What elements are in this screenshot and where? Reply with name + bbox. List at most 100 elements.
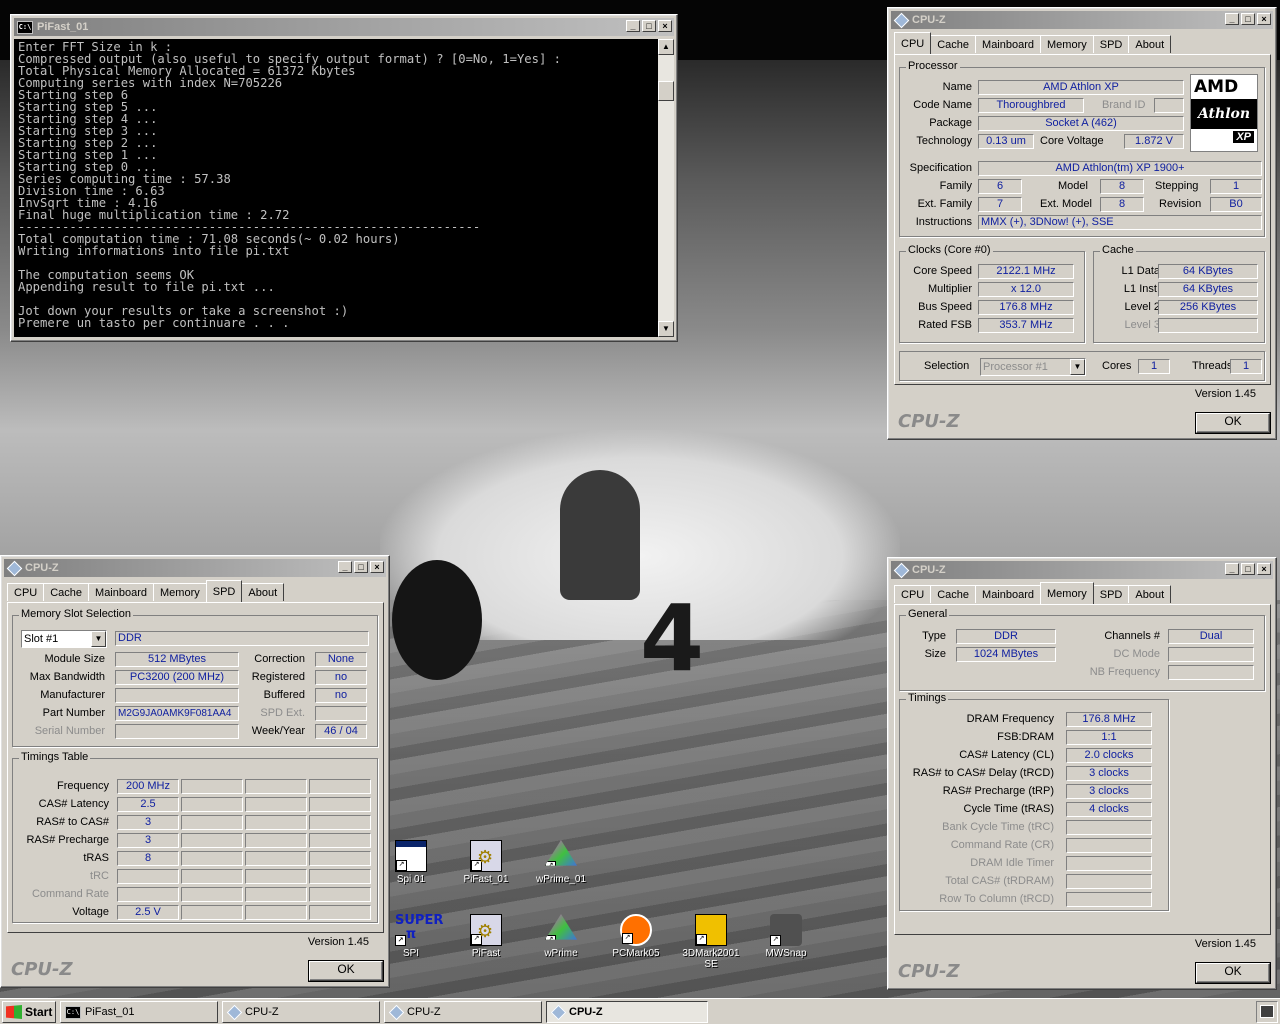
tab-spd[interactable]: SPD: [1092, 35, 1130, 53]
timing-label: RAS# Precharge (tRP): [942, 785, 1054, 797]
timing-value: [1066, 820, 1152, 835]
timing-label: DRAM Idle Timer: [970, 857, 1054, 869]
maximize-button[interactable]: □: [1241, 13, 1255, 25]
version-label: Version 1.45: [307, 936, 369, 948]
maximize-button[interactable]: □: [642, 20, 656, 32]
level3-value: [1158, 318, 1258, 333]
tab-cpu[interactable]: CPU: [894, 585, 932, 603]
ext-model-label: Ext. Model: [1040, 198, 1092, 210]
tab-cpu[interactable]: CPU: [894, 32, 932, 54]
desktop-icon-label: wPrime: [544, 948, 578, 959]
timing-empty-cell: [181, 869, 243, 884]
minimize-button[interactable]: _: [1225, 563, 1239, 575]
scroll-down-button[interactable]: ▼: [658, 321, 674, 337]
chevron-down-icon[interactable]: ▼: [91, 631, 106, 647]
close-button[interactable]: ×: [658, 20, 672, 32]
cpuz-spd-titlebar[interactable]: CPU-Z _ □ ×: [4, 559, 386, 577]
taskbar-item-cpuz-2[interactable]: CPU-Z: [384, 1001, 542, 1023]
taskbar-item-label: CPU-Z: [245, 1006, 279, 1018]
type-label: Type: [922, 630, 946, 642]
instructions-label: Instructions: [915, 216, 972, 228]
timing-empty-cell: [245, 815, 307, 830]
console-titlebar[interactable]: C:\ PiFast_01 _ □ ×: [14, 18, 674, 36]
tab-mainboard[interactable]: Mainboard: [975, 585, 1042, 603]
manufacturer-label: Manufacturer: [40, 689, 105, 701]
brand-id-label: Brand ID: [1102, 99, 1146, 111]
tab-memory[interactable]: Memory: [153, 583, 207, 601]
taskbar-item-cpuz-3[interactable]: CPU-Z: [546, 1001, 708, 1023]
cpuz-memory-titlebar[interactable]: CPU-Z _ □ ×: [891, 561, 1273, 579]
maximize-button[interactable]: □: [1241, 563, 1255, 575]
desktop-icon-label: PCMark05: [612, 948, 660, 959]
timing-label: FSB:DRAM: [997, 731, 1054, 743]
tab-memory[interactable]: Memory: [1040, 35, 1094, 53]
tab-cache[interactable]: Cache: [930, 35, 977, 53]
cpuz-spd-window[interactable]: CPU-Z _ □ × CPU Cache Mainboard Memory SPD Ab…: [0, 555, 390, 988]
timings-group: Timings DRAM Frequency 176.8 MHz FSB:DRAM 1…: [899, 692, 1169, 911]
cpuz-memory-window[interactable]: CPU-Z _ □ × CPU Cache Mainboard Memory SPD Ab…: [887, 557, 1277, 990]
timing-label: DRAM Frequency: [966, 713, 1054, 725]
tab-cache[interactable]: Cache: [43, 583, 90, 601]
tab-about[interactable]: About: [241, 583, 285, 601]
cpu-name-value: AMD Athlon XP: [978, 80, 1184, 95]
tab-about[interactable]: About: [1128, 585, 1172, 603]
timing-empty-cell: [309, 905, 371, 920]
ext-family-label: Ext. Family: [917, 198, 972, 210]
wprime-icon[interactable]: ↗ wPrime: [526, 914, 596, 959]
tab-spd[interactable]: SPD: [1092, 585, 1130, 603]
minimize-button[interactable]: _: [626, 20, 640, 32]
chevron-down-icon[interactable]: ▼: [1070, 359, 1085, 375]
taskbar-item-cpuz-1[interactable]: CPU-Z: [222, 1001, 380, 1023]
3dmark2001se-icon[interactable]: ↗ 3DMark2001 SE: [676, 914, 746, 970]
tab-cpu[interactable]: CPU: [7, 583, 45, 601]
scroll-thumb[interactable]: [658, 81, 674, 101]
processor-select[interactable]: Processor #1 ▼: [980, 358, 1086, 376]
pifast-icon[interactable]: ↗ PiFast: [451, 914, 521, 959]
console-output[interactable]: Enter FFT Size in k : Compressed output …: [14, 39, 658, 337]
l1-inst-label: L1 Inst.: [1123, 283, 1160, 295]
desktop-icon-label: PiFast_01: [463, 874, 509, 885]
system-tray[interactable]: [1256, 1001, 1278, 1023]
start-button[interactable]: Start: [2, 1001, 56, 1023]
tab-spd[interactable]: SPD: [205, 580, 243, 602]
close-button[interactable]: ×: [370, 561, 384, 573]
tab-memory[interactable]: Memory: [1040, 582, 1094, 604]
tab-mainboard[interactable]: Mainboard: [88, 583, 155, 601]
timing-value: [1066, 838, 1152, 853]
scroll-up-button[interactable]: ▲: [658, 39, 674, 55]
timing-empty-cell: [181, 851, 243, 866]
console-scrollbar[interactable]: ▲ ▼: [658, 39, 674, 337]
memory-slot-group: Memory Slot Selection Slot #1 ▼ DDR Modu…: [12, 608, 378, 747]
ok-button[interactable]: OK: [1195, 412, 1271, 434]
console-window[interactable]: C:\ PiFast_01 _ □ × Enter FFT Size in k …: [10, 14, 678, 342]
pifast-01-icon-glyph: ↗: [470, 840, 502, 872]
timing-empty-cell: [309, 851, 371, 866]
minimize-button[interactable]: _: [1225, 13, 1239, 25]
slot-select[interactable]: Slot #1 ▼: [21, 630, 107, 648]
tab-about[interactable]: About: [1128, 35, 1172, 53]
network-icon[interactable]: [1260, 1005, 1274, 1018]
wprime-01-icon[interactable]: ↗ wPrime_01: [526, 840, 596, 885]
tab-mainboard[interactable]: Mainboard: [975, 35, 1042, 53]
maximize-button[interactable]: □: [354, 561, 368, 573]
close-button[interactable]: ×: [1257, 13, 1271, 25]
taskbar-item-pifast[interactable]: C:\ PiFast_01: [60, 1001, 218, 1023]
cpuz-cpu-window[interactable]: CPU-Z _ □ × CPU Cache Mainboard Memory SPD Ab…: [887, 7, 1277, 440]
brand-id-value: [1154, 98, 1184, 113]
cpuz-cpu-title: CPU-Z: [912, 14, 946, 26]
pifast-01-icon[interactable]: ↗ PiFast_01: [451, 840, 521, 885]
close-button[interactable]: ×: [1257, 563, 1271, 575]
mwsnap-icon[interactable]: ↗ MWSnap: [751, 914, 821, 959]
minimize-button[interactable]: _: [338, 561, 352, 573]
max-bandwidth-value: PC3200 (200 MHz): [115, 670, 239, 685]
name-label: Name: [942, 81, 972, 93]
ok-button[interactable]: OK: [1195, 962, 1271, 984]
pcmark05-icon[interactable]: ↗ PCMark05: [601, 914, 671, 959]
tab-cache[interactable]: Cache: [930, 585, 977, 603]
ok-button[interactable]: OK: [308, 960, 384, 982]
technology-label: Technology: [916, 135, 972, 147]
cpuz-spd-title: CPU-Z: [25, 562, 59, 574]
version-label: Version 1.45: [1194, 938, 1256, 950]
cpuz-cpu-titlebar[interactable]: CPU-Z _ □ ×: [891, 11, 1273, 29]
rated-fsb-label: Rated FSB: [918, 319, 972, 331]
